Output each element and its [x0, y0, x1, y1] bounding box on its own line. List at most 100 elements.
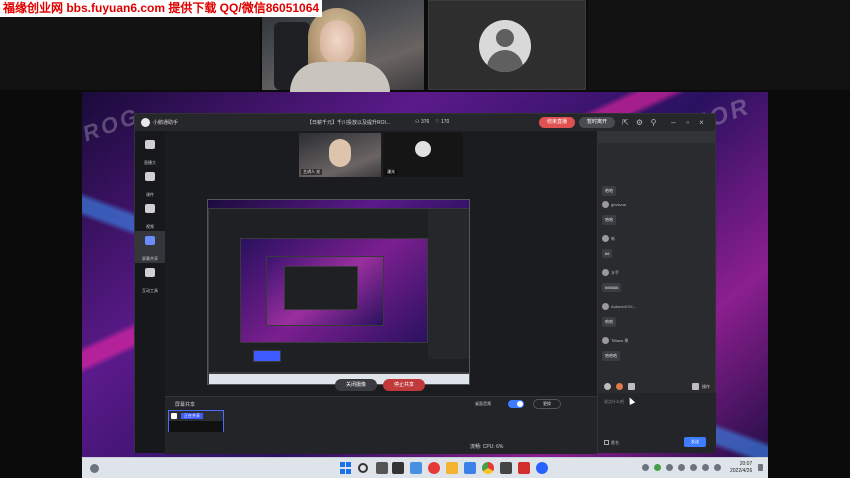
- toolbox-icon: [145, 268, 155, 277]
- battery-icon[interactable]: [714, 464, 721, 471]
- tray-icon[interactable]: [666, 464, 673, 471]
- screen-share-panel: 屏幕共享 正在共享 桌面音频 更换 流畅: CPU: 6%: [165, 396, 597, 454]
- share-source-label: 正在共享: [181, 413, 203, 419]
- file-explorer-icon[interactable]: [446, 462, 458, 474]
- sidebar-item-live[interactable]: 直播大: [135, 135, 165, 167]
- sidebar-item-label: 互动工具: [142, 288, 158, 293]
- clock-date: 2022/4/26: [730, 468, 753, 474]
- sidebar-item-tools[interactable]: 互动工具: [135, 263, 165, 295]
- chat-input-placeholder: 说点什么吧: [604, 399, 624, 404]
- user-avatar: [602, 235, 609, 242]
- task-view-icon[interactable]: [376, 462, 388, 474]
- wifi-icon[interactable]: [690, 464, 697, 471]
- end-live-button[interactable]: 结束直播: [539, 117, 575, 128]
- shared-desktop: ROG FOR 小鹅通助手 【日薪千元】千川投放以及提升ROI... ⚇ 376…: [82, 92, 768, 478]
- grid-icon[interactable]: [692, 383, 699, 390]
- search-icon[interactable]: [358, 463, 368, 473]
- mini-tag-self: 主讲人 光: [301, 169, 323, 175]
- app-name: 小鹅通助手: [153, 120, 179, 126]
- live-assistant-taskbar-icon[interactable]: [536, 462, 548, 474]
- clock-time: 20:07: [739, 461, 753, 467]
- user-avatar: [602, 269, 609, 276]
- sidebar-item-video[interactable]: 视频: [135, 199, 165, 231]
- sidebar-item-label: 直播大: [144, 160, 156, 165]
- chat-message: 哈哈: [602, 179, 616, 197]
- tray-icon[interactable]: [642, 464, 649, 471]
- chat-message: 新 66: [602, 235, 615, 260]
- volume-icon[interactable]: [702, 464, 709, 471]
- chat-message: AutumnXXX... 哈哈: [602, 303, 636, 328]
- share-icon[interactable]: ⇱: [621, 118, 630, 127]
- user-avatar: [602, 337, 609, 344]
- sidebar-item-label: 屏幕共享: [142, 256, 158, 261]
- user-avatar: [602, 303, 609, 310]
- sidebar-item-screen-share[interactable]: 屏幕共享: [135, 231, 165, 263]
- clock[interactable]: 20:07 2022/4/26: [730, 461, 752, 475]
- stop-share-button[interactable]: 停止共享: [383, 379, 425, 391]
- user-avatar: [602, 201, 609, 208]
- chrome-icon[interactable]: [482, 462, 494, 474]
- chat-settings-label[interactable]: 操作: [702, 384, 710, 390]
- screen-share-icon: [145, 236, 155, 245]
- minimize-icon[interactable]: –: [669, 118, 678, 127]
- pause-live-button[interactable]: 暂时离开: [579, 117, 615, 128]
- host-face: [320, 20, 354, 64]
- chat-message: Tillians 果 哈哈哈: [602, 337, 628, 362]
- maximize-icon[interactable]: ▫: [683, 118, 692, 127]
- viewer-count: 376: [421, 119, 430, 125]
- guest-avatar: [415, 141, 431, 157]
- desktop-audio-toggle[interactable]: [508, 400, 524, 408]
- like-count-icon: ♡: [435, 119, 440, 125]
- meeting-screen: 福缘创业网 bbs.fuyuan6.com 提供下载 QQ/微信86051064…: [0, 0, 850, 478]
- desktop-audio-label: 桌面音频: [475, 401, 491, 406]
- app-icon-3[interactable]: [464, 462, 476, 474]
- app-logo-icon: [141, 118, 150, 127]
- windows-taskbar: 20:07 2022/4/26: [82, 457, 768, 478]
- weather-icon[interactable]: [90, 464, 99, 473]
- live-stage: 主讲人 光 漫光 关闭摄像 停止共享 屏幕共享 正在共享 桌面音频 更换 流畅:…: [165, 131, 597, 454]
- send-button[interactable]: 发送: [684, 437, 706, 447]
- notification-icon[interactable]: [758, 464, 763, 471]
- sidebar-item-courseware[interactable]: 课件: [135, 167, 165, 199]
- nested-share-thumb: [253, 350, 281, 362]
- app-icon-1[interactable]: [392, 462, 404, 474]
- app-icon-5[interactable]: [518, 462, 530, 474]
- folder-icon: [145, 172, 155, 181]
- chat-input-area[interactable]: 说点什么吧 匿名 发送: [598, 393, 716, 453]
- watermark-text: 福缘创业网 bbs.fuyuan6.com 提供下载 QQ/微信86051064: [0, 0, 323, 17]
- chat-toolbar: 操作: [598, 381, 716, 393]
- tray-icon[interactable]: [654, 464, 661, 471]
- participant-tile-no-video[interactable]: [428, 0, 586, 90]
- live-icon: [145, 140, 155, 149]
- folder-icon[interactable]: [628, 383, 635, 390]
- app-icon-4[interactable]: [500, 462, 512, 474]
- sidebar-item-label: 课件: [146, 192, 154, 197]
- host-body: [290, 62, 390, 92]
- stage-video-guest[interactable]: 漫光: [383, 133, 463, 177]
- change-source-button[interactable]: 更换: [533, 399, 561, 409]
- close-camera-button[interactable]: 关闭摄像: [335, 379, 377, 391]
- sidebar-item-label: 视频: [146, 224, 154, 229]
- settings-gear-icon[interactable]: ⚙: [635, 118, 644, 127]
- video-icon: [145, 204, 155, 213]
- close-icon[interactable]: ×: [697, 118, 706, 127]
- screen-share-title: 屏幕共享: [175, 402, 196, 408]
- pin-icon[interactable]: ⚲: [649, 118, 658, 127]
- tray-icon[interactable]: [678, 464, 685, 471]
- nested-chat-1: [428, 209, 469, 359]
- app-titlebar: 小鹅通助手 【日薪千元】千川投放以及提升ROI... ⚇ 376 ♡ 170 结…: [135, 114, 715, 131]
- stage-video-host[interactable]: 主讲人 光: [299, 133, 381, 177]
- start-menu-icon[interactable]: [340, 462, 352, 474]
- performance-status: 流畅: CPU: 6%: [470, 444, 504, 450]
- share-source-thumb[interactable]: 正在共享: [168, 410, 224, 432]
- chat-message: 水手 666666: [602, 269, 622, 294]
- room-title: 【日薪千元】千川投放以及提升ROI...: [307, 120, 391, 126]
- emoji-icon[interactable]: [604, 383, 611, 390]
- chat-header: [598, 131, 716, 143]
- chat-panel: 哈哈 gbvsvua 哈哈 新 66 水手 666666 AutumnXXX..…: [597, 131, 716, 453]
- gift-icon[interactable]: [616, 383, 623, 390]
- opera-icon[interactable]: [428, 462, 440, 474]
- app-icon-2[interactable]: [410, 462, 422, 474]
- anonymous-checkbox[interactable]: 匿名: [604, 440, 619, 446]
- recursive-screen-preview: [207, 199, 470, 385]
